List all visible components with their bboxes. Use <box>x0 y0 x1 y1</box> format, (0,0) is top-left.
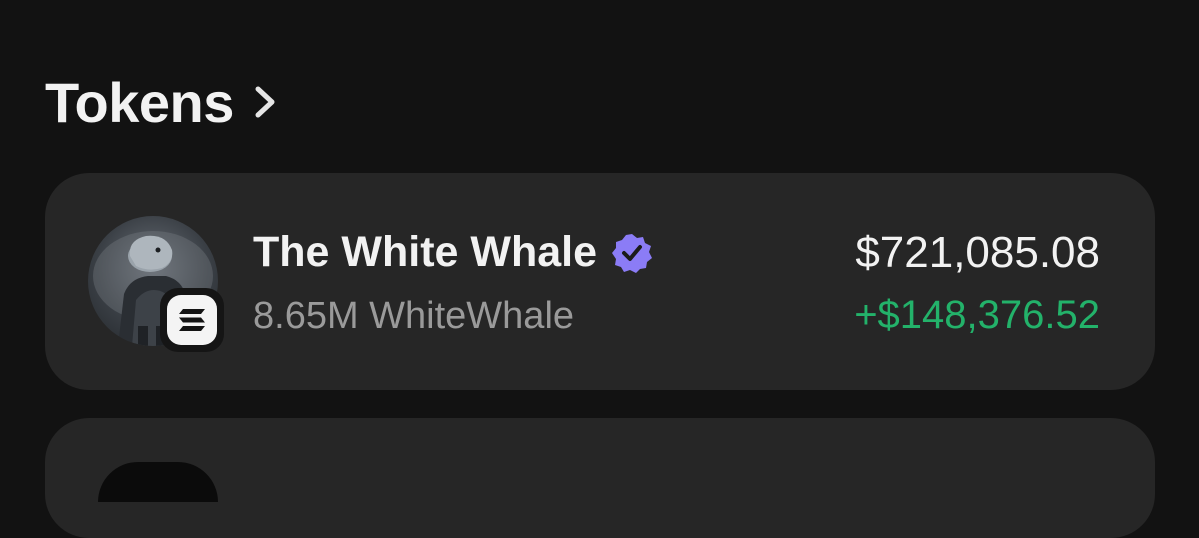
token-row-next[interactable] <box>45 418 1155 538</box>
token-avatar <box>98 462 218 502</box>
token-name: The White Whale <box>253 228 597 276</box>
token-value: $721,085.08 <box>855 228 1100 277</box>
token-change: +$148,376.52 <box>854 293 1100 337</box>
token-name-row: The White Whale <box>253 228 653 277</box>
token-row-white-whale[interactable]: The White Whale 8.65M WhiteWhale $721,08… <box>45 173 1155 390</box>
tokens-section-header[interactable]: Tokens <box>45 70 278 134</box>
verified-badge-icon <box>611 232 653 274</box>
token-amount: 8.65M WhiteWhale <box>253 295 575 337</box>
section-title: Tokens <box>45 70 234 134</box>
solana-icon <box>160 288 224 352</box>
chevron-right-icon <box>252 85 278 119</box>
